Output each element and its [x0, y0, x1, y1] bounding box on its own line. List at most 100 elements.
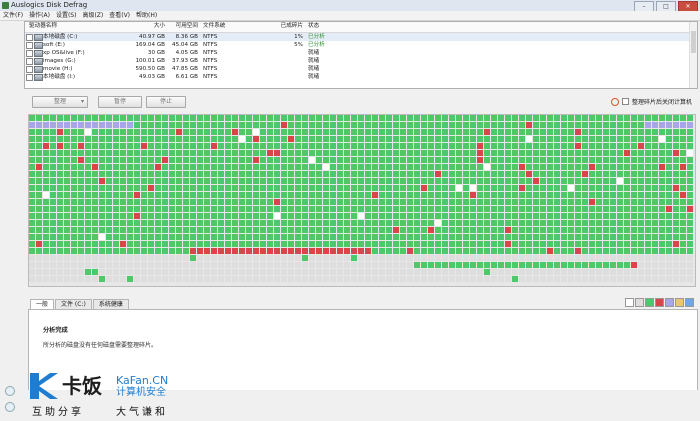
cluster-block: [407, 171, 413, 177]
cluster-block: [78, 171, 84, 177]
cluster-block: [680, 192, 686, 198]
cluster-block: [596, 262, 602, 268]
drive-row[interactable]: 本地磁盘 (I:) 49.03 GB 6.61 GB NTFS 就绪: [25, 73, 689, 81]
cluster-block: [302, 136, 308, 142]
col-header-status[interactable]: 状态: [308, 22, 319, 31]
col-header-free[interactable]: 可用空间: [167, 22, 198, 31]
shutdown-checkbox[interactable]: [621, 98, 629, 105]
drive-checkbox[interactable]: [26, 34, 33, 41]
cluster-block: [449, 129, 455, 135]
drive-size: 30 GB: [147, 50, 165, 56]
menu-help[interactable]: 帮助(H): [133, 11, 160, 20]
cluster-block: [232, 129, 238, 135]
cluster-block: [582, 143, 588, 149]
cluster-block: [407, 164, 413, 170]
cluster-block: [484, 276, 490, 282]
cluster-block: [120, 241, 126, 247]
cluster-block: [99, 192, 105, 198]
help-icon[interactable]: [5, 386, 15, 396]
cluster-block: [372, 213, 378, 219]
tab-files[interactable]: 文件 (C:): [55, 299, 92, 309]
cluster-block: [309, 192, 315, 198]
cluster-block: [106, 269, 112, 275]
cluster-block: [407, 192, 413, 198]
cluster-block: [596, 220, 602, 226]
cluster-block: [183, 136, 189, 142]
cluster-block: [141, 241, 147, 247]
info-tabs: 一般 文件 (C:) 系统健康: [30, 299, 130, 309]
cluster-block: [372, 248, 378, 254]
tab-system-health[interactable]: 系统健康: [92, 299, 129, 309]
drive-row[interactable]: movie (H:) 590.50 GB 47.85 GB NTFS 就绪: [25, 65, 689, 73]
cluster-block: [421, 248, 427, 254]
cluster-block: [659, 143, 665, 149]
cluster-block: [148, 122, 154, 128]
stop-button[interactable]: 停止: [146, 96, 186, 108]
cluster-block: [64, 115, 70, 121]
cluster-block: [449, 178, 455, 184]
drive-row[interactable]: xp OS&live (F:) 30 GB 4.05 GB NTFS 就绪: [25, 49, 689, 57]
cluster-block: [85, 227, 91, 233]
col-header-fs[interactable]: 文件系统: [203, 22, 225, 31]
cluster-block: [645, 220, 651, 226]
cluster-block: [225, 185, 231, 191]
cluster-block: [512, 150, 518, 156]
power-icon[interactable]: [5, 402, 15, 412]
cluster-block: [134, 178, 140, 184]
cluster-block: [687, 122, 693, 128]
menu-view[interactable]: 查看(V): [106, 11, 133, 20]
cluster-block: [309, 178, 315, 184]
cluster-block: [575, 262, 581, 268]
cluster-block: [554, 255, 560, 261]
tab-general[interactable]: 一般: [30, 299, 55, 309]
cluster-block: [50, 269, 56, 275]
col-header-frag[interactable]: 已成碎片: [253, 22, 303, 31]
drive-checkbox[interactable]: [26, 42, 33, 49]
cluster-block: [372, 269, 378, 275]
cluster-block: [232, 206, 238, 212]
cluster-block: [274, 150, 280, 156]
cluster-block: [337, 136, 343, 142]
cluster-block: [568, 143, 574, 149]
pause-button[interactable]: 暂停: [98, 96, 142, 108]
cluster-block: [148, 171, 154, 177]
cluster-block: [330, 178, 336, 184]
cluster-block: [323, 157, 329, 163]
drive-checkbox[interactable]: [26, 66, 33, 73]
drive-row[interactable]: soft (E:) 169.04 GB 45.04 GB NTFS 5% 已分析: [25, 41, 689, 49]
menu-action[interactable]: 操作(A): [26, 11, 53, 20]
menu-advanced[interactable]: 高级(Z): [79, 11, 106, 20]
drive-checkbox[interactable]: [26, 50, 33, 57]
cluster-block: [211, 129, 217, 135]
cluster-block: [351, 248, 357, 254]
cluster-block: [64, 136, 70, 142]
cluster-block: [617, 178, 623, 184]
col-header-size[interactable]: 大小: [123, 22, 165, 31]
drive-list-scrollbar[interactable]: [689, 22, 697, 88]
cluster-block: [407, 213, 413, 219]
cluster-block: [29, 248, 35, 254]
cluster-block: [78, 234, 84, 240]
defrag-button[interactable]: 整理 ▾: [32, 96, 88, 108]
drive-checkbox[interactable]: [26, 58, 33, 65]
cluster-block: [526, 150, 532, 156]
menu-file[interactable]: 文件(F): [0, 11, 26, 20]
cluster-block: [624, 213, 630, 219]
scroll-thumb[interactable]: [691, 31, 696, 53]
hard-drive-icon: [34, 58, 43, 65]
drive-size: 40.97 GB: [139, 34, 165, 40]
col-header-name[interactable]: 驱动器名称: [29, 22, 57, 31]
drive-row[interactable]: images (G:) 100.01 GB 37.93 GB NTFS 就绪: [25, 57, 689, 65]
cluster-block: [414, 192, 420, 198]
chevron-down-icon[interactable]: ▾: [81, 97, 84, 107]
cluster-block: [652, 227, 658, 233]
cluster-block: [547, 276, 553, 282]
cluster-block: [134, 115, 140, 121]
drive-row[interactable]: 本地磁盘 (C:) 40.97 GB 8.36 GB NTFS 1% 已分析: [25, 33, 689, 41]
cluster-block: [463, 136, 469, 142]
cluster-block: [414, 262, 420, 268]
menu-settings[interactable]: 设置(S): [53, 11, 80, 20]
cluster-block: [631, 129, 637, 135]
drive-checkbox[interactable]: [26, 74, 33, 81]
cluster-block: [414, 213, 420, 219]
